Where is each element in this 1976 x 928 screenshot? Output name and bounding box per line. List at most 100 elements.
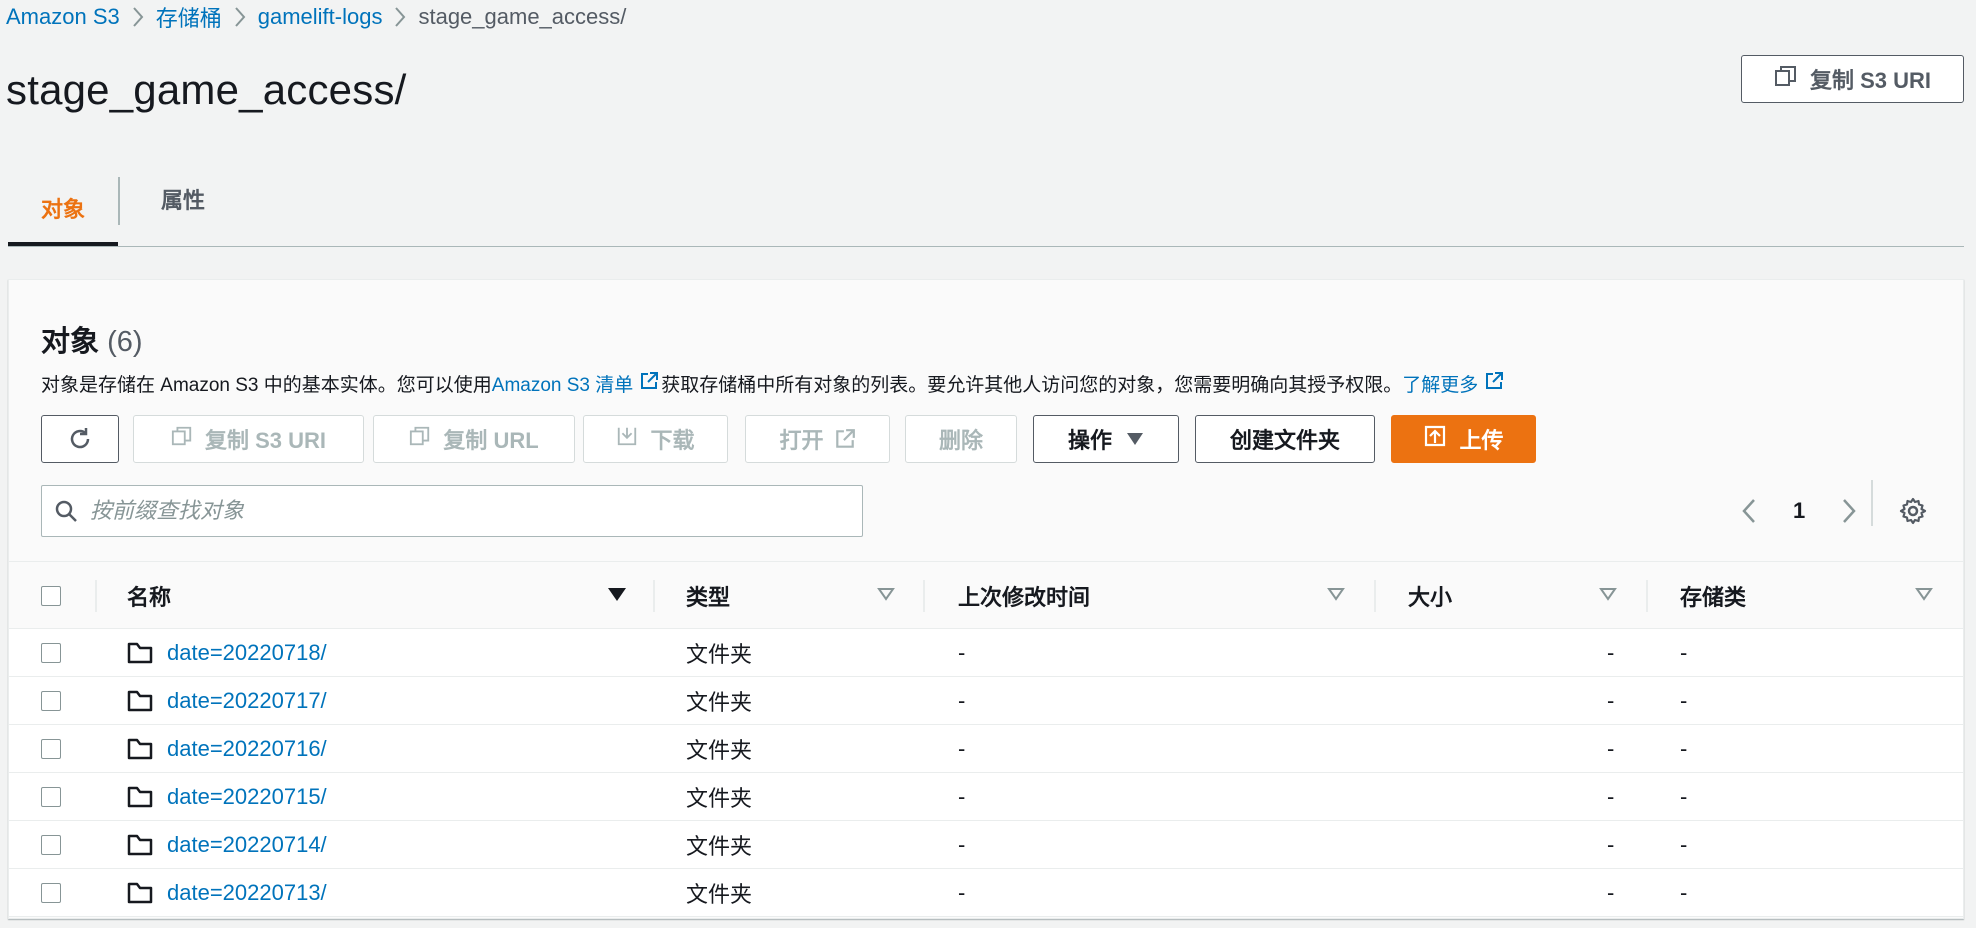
object-storage-class: - xyxy=(1680,880,1688,905)
breadcrumb-amazon-s3[interactable]: Amazon S3 xyxy=(6,4,120,30)
tab-objects[interactable]: 对象 xyxy=(8,173,118,246)
upload-icon xyxy=(1423,424,1459,454)
folder-icon xyxy=(127,677,153,725)
row-checkbox-cell xyxy=(41,677,61,725)
table-row[interactable]: date=20220718/ 文件夹 - - - xyxy=(9,629,1963,677)
previous-page-button[interactable] xyxy=(1741,497,1757,525)
column-divider xyxy=(653,580,655,612)
column-divider xyxy=(1646,580,1648,612)
row-checkbox-cell xyxy=(41,773,61,821)
breadcrumb: Amazon S3 存储桶 gamelift-logs stage_game_a… xyxy=(6,2,626,32)
object-size: - xyxy=(1607,688,1615,713)
inventory-link[interactable]: Amazon S3 清单 xyxy=(492,370,662,397)
object-size: - xyxy=(1607,736,1615,761)
table-header: 名称 类型 上次修改时间 大小 存储类 xyxy=(9,561,1963,629)
sort-icon[interactable] xyxy=(1915,586,1933,607)
search-box xyxy=(41,485,863,537)
chevron-right-icon xyxy=(1841,497,1857,525)
download-icon xyxy=(616,425,650,453)
refresh-button[interactable] xyxy=(41,415,119,463)
caret-down-icon xyxy=(1126,432,1144,446)
row-checkbox-cell xyxy=(41,869,61,917)
column-header-storage-class[interactable]: 存储类 xyxy=(1680,562,1746,630)
folder-icon xyxy=(127,629,153,677)
table-row[interactable]: date=20220714/ 文件夹 - - - xyxy=(9,821,1963,869)
open-button[interactable]: 打开 xyxy=(745,415,890,463)
column-header-name[interactable]: 名称 xyxy=(127,562,171,630)
copy-icon xyxy=(409,425,443,453)
object-name-link[interactable]: date=20220718/ xyxy=(167,629,327,677)
breadcrumb-buckets[interactable]: 存储桶 xyxy=(156,1,222,33)
external-link-icon xyxy=(834,428,856,450)
download-button[interactable]: 下载 xyxy=(583,415,728,463)
object-size: - xyxy=(1607,880,1615,905)
actions-label: 操作 xyxy=(1067,428,1112,453)
folder-icon xyxy=(127,821,153,869)
download-label: 下载 xyxy=(650,428,695,453)
breadcrumb-bucket-name[interactable]: gamelift-logs xyxy=(258,4,383,30)
table-settings-button[interactable] xyxy=(1899,485,1927,537)
table-row[interactable]: date=20220717/ 文件夹 - - - xyxy=(9,677,1963,725)
table-row[interactable]: date=20220715/ 文件夹 - - - xyxy=(9,773,1963,821)
sort-icon[interactable] xyxy=(877,586,895,607)
next-page-button[interactable] xyxy=(1841,497,1857,525)
actions-dropdown[interactable]: 操作 xyxy=(1033,415,1179,463)
page-number-button[interactable]: 1 xyxy=(1793,498,1805,524)
chevron-left-icon xyxy=(1741,497,1757,525)
delete-button[interactable]: 删除 xyxy=(905,415,1017,463)
copy-url-button[interactable]: 复制 URL xyxy=(373,415,575,463)
chevron-right-icon xyxy=(222,2,258,32)
column-divider xyxy=(923,580,925,612)
description-text-2: 获取存储桶中所有对象的列表。要允许其他人访问您的对象，您需要明确向其授予权限。 xyxy=(661,375,1403,396)
folder-icon xyxy=(127,869,153,917)
row-checkbox-cell xyxy=(41,629,61,677)
sort-descending-icon[interactable] xyxy=(607,586,627,607)
object-storage-class: - xyxy=(1680,688,1688,713)
row-checkbox[interactable] xyxy=(41,787,61,807)
row-checkbox[interactable] xyxy=(41,883,61,903)
external-link-icon xyxy=(1484,371,1504,397)
search-icon xyxy=(54,499,78,523)
column-divider xyxy=(1374,580,1376,612)
sort-icon[interactable] xyxy=(1327,586,1345,607)
object-name-link[interactable]: date=20220715/ xyxy=(167,773,327,821)
copy-s3-uri-toolbar-button[interactable]: 复制 S3 URI xyxy=(133,415,364,463)
object-last-modified: - xyxy=(958,832,966,857)
row-checkbox-cell xyxy=(41,725,61,773)
object-type: 文件夹 xyxy=(686,786,753,811)
learn-more-link[interactable]: 了解更多 xyxy=(1402,370,1506,397)
pagination: 1 xyxy=(1741,485,1857,537)
upload-button[interactable]: 上传 xyxy=(1391,415,1536,463)
select-all-cell xyxy=(41,562,61,630)
select-all-checkbox[interactable] xyxy=(41,586,61,606)
table-row[interactable]: date=20220713/ 文件夹 - - - xyxy=(9,869,1963,917)
breadcrumb-current: stage_game_access/ xyxy=(418,4,627,29)
object-last-modified: - xyxy=(958,880,966,905)
column-header-size[interactable]: 大小 xyxy=(1408,562,1452,630)
open-label: 打开 xyxy=(779,428,824,453)
tab-properties[interactable]: 属性 xyxy=(133,173,233,225)
object-name-link[interactable]: date=20220714/ xyxy=(167,821,327,869)
tab-list: 对象 属性 xyxy=(8,173,1964,247)
object-name-link[interactable]: date=20220713/ xyxy=(167,869,327,917)
object-type: 文件夹 xyxy=(686,882,753,907)
copy-s3-uri-button[interactable]: 复制 S3 URI xyxy=(1741,55,1964,103)
table-row[interactable]: date=20220716/ 文件夹 - - - xyxy=(9,725,1963,773)
object-last-modified: - xyxy=(958,784,966,809)
sort-icon[interactable] xyxy=(1599,586,1617,607)
column-header-last-modified[interactable]: 上次修改时间 xyxy=(958,562,1090,630)
folder-icon xyxy=(127,773,153,821)
gear-icon xyxy=(1899,497,1927,525)
object-size: - xyxy=(1607,832,1615,857)
row-checkbox[interactable] xyxy=(41,835,61,855)
column-header-type[interactable]: 类型 xyxy=(686,562,730,630)
object-count: (6) xyxy=(107,326,143,358)
object-name-link[interactable]: date=20220717/ xyxy=(167,677,327,725)
row-checkbox[interactable] xyxy=(41,643,61,663)
search-input[interactable] xyxy=(88,497,862,525)
object-name-link[interactable]: date=20220716/ xyxy=(167,725,327,773)
create-folder-button[interactable]: 创建文件夹 xyxy=(1195,415,1375,463)
row-checkbox[interactable] xyxy=(41,739,61,759)
upload-label: 上传 xyxy=(1459,428,1504,453)
row-checkbox[interactable] xyxy=(41,691,61,711)
